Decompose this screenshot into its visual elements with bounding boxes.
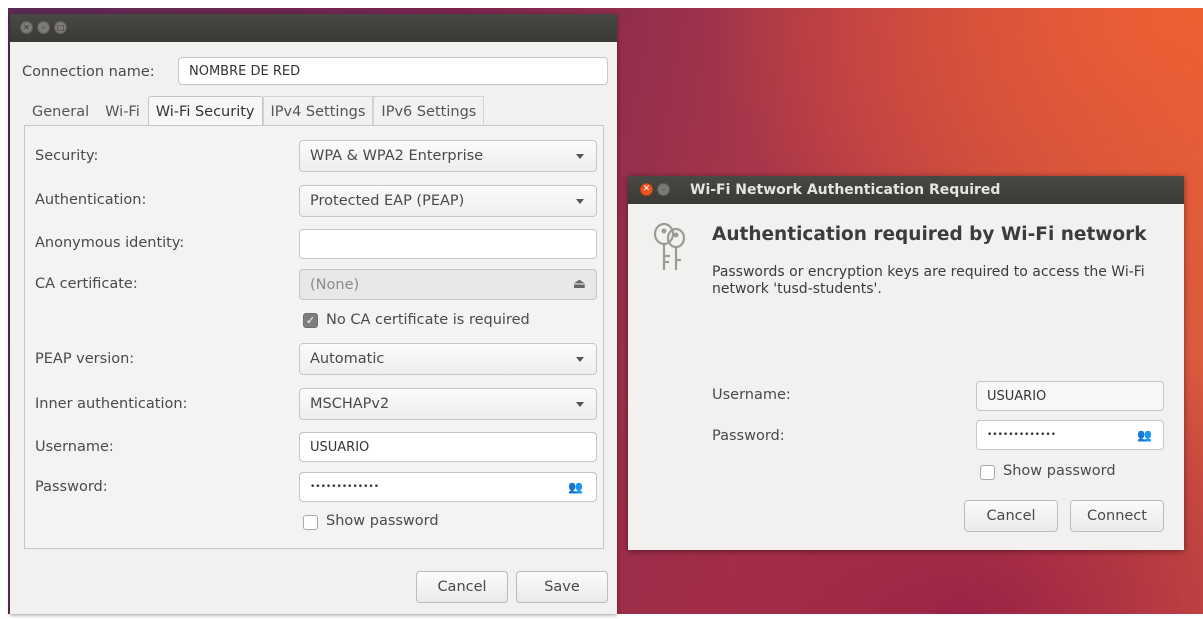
connection-name-label: Connection name:	[22, 64, 155, 80]
peap-version-label: PEAP version:	[35, 351, 135, 367]
wifi-auth-dialog: ✕ – Wi-Fi Network Authentication Require…	[628, 176, 1184, 550]
authentication-label: Authentication:	[35, 192, 147, 208]
cancel-button[interactable]: Cancel	[416, 571, 508, 603]
dialog-password-label: Password:	[712, 428, 785, 444]
authentication-value: Protected EAP (PEAP)	[310, 193, 465, 209]
window-maximize-button[interactable]: □	[54, 21, 67, 34]
chevron-down-icon	[576, 357, 584, 362]
tab-general[interactable]: General	[24, 96, 97, 127]
anonymous-identity-input[interactable]	[299, 229, 597, 259]
inner-authentication-label: Inner authentication:	[35, 396, 188, 412]
window-titlebar[interactable]: ✕ – □	[10, 14, 617, 42]
dialog-message: Passwords or encryption keys are require…	[712, 264, 1145, 297]
window-minimize-button[interactable]: –	[37, 21, 50, 34]
dialog-cancel-button[interactable]: Cancel	[964, 500, 1058, 532]
users-icon[interactable]: 👥	[1137, 428, 1152, 442]
dialog-minimize-button[interactable]: –	[657, 183, 670, 196]
dialog-close-button[interactable]: ✕	[640, 183, 653, 196]
dialog-show-password-label: Show password	[1003, 463, 1116, 479]
security-select[interactable]: WPA & WPA2 Enterprise	[299, 140, 597, 172]
connection-editor-window: ✕ – □ Connection name: NOMBRE DE RED Gen…	[10, 14, 617, 614]
tab-ipv6-settings[interactable]: IPv6 Settings	[373, 96, 485, 127]
connection-name-value: NOMBRE DE RED	[189, 63, 301, 79]
dialog-username-label: Username:	[712, 387, 791, 403]
save-button[interactable]: Save	[516, 571, 608, 603]
dialog-password-value: •••••••••••••	[987, 430, 1057, 440]
minimize-icon: –	[661, 185, 666, 194]
peap-version-value: Automatic	[310, 351, 385, 367]
dialog-username-value: USUARIO	[987, 388, 1047, 404]
dialog-titlebar[interactable]: ✕ – Wi-Fi Network Authentication Require…	[628, 176, 1184, 204]
dialog-show-password-checkbox[interactable]	[980, 465, 995, 480]
tab-ipv4-settings[interactable]: IPv4 Settings	[262, 96, 374, 127]
tab-wifi-security[interactable]: Wi-Fi Security	[147, 96, 263, 127]
inner-authentication-value: MSCHAPv2	[310, 396, 390, 412]
security-label: Security:	[35, 148, 99, 164]
dialog-username-input[interactable]: USUARIO	[976, 381, 1164, 411]
ca-certificate-value: (None)	[310, 276, 360, 293]
maximize-icon: □	[56, 23, 65, 32]
checkmark-icon: ✓	[305, 314, 316, 327]
window-close-button[interactable]: ✕	[20, 21, 33, 34]
keys-icon	[653, 222, 686, 270]
connection-name-input[interactable]: NOMBRE DE RED	[178, 57, 608, 85]
authentication-select[interactable]: Protected EAP (PEAP)	[299, 185, 597, 217]
chevron-down-icon	[576, 199, 584, 204]
peap-version-select[interactable]: Automatic	[299, 343, 597, 375]
chevron-down-icon	[576, 154, 584, 159]
close-icon: ✕	[642, 184, 651, 194]
username-value: USUARIO	[310, 439, 370, 455]
dialog-heading: Authentication required by Wi-Fi network	[712, 224, 1147, 245]
tab-wifi[interactable]: Wi-Fi	[97, 96, 148, 127]
dialog-title: Wi-Fi Network Authentication Required	[690, 182, 1001, 198]
anonymous-identity-label: Anonymous identity:	[35, 235, 185, 251]
username-input[interactable]: USUARIO	[299, 432, 597, 462]
file-icon: ⏏	[572, 276, 586, 292]
show-password-checkbox[interactable]	[303, 515, 318, 530]
no-ca-certificate-checkbox[interactable]: ✓	[303, 313, 318, 328]
dialog-password-input[interactable]: ••••••••••••• 👥	[976, 420, 1164, 450]
password-input[interactable]: ••••••••••••• 👥	[299, 472, 597, 502]
security-value: WPA & WPA2 Enterprise	[310, 148, 484, 164]
show-password-label: Show password	[326, 513, 439, 529]
settings-tabs: General Wi-Fi Wi-Fi Security IPv4 Settin…	[24, 96, 485, 127]
users-icon[interactable]: 👥	[568, 480, 583, 494]
password-label: Password:	[35, 479, 108, 495]
username-label: Username:	[35, 439, 114, 455]
inner-authentication-select[interactable]: MSCHAPv2	[299, 388, 597, 420]
minimize-icon: –	[41, 23, 46, 32]
ca-certificate-picker[interactable]: (None) ⏏	[299, 269, 597, 300]
ca-certificate-label: CA certificate:	[35, 276, 138, 292]
close-icon: ✕	[23, 23, 30, 32]
chevron-down-icon	[576, 402, 584, 407]
password-value: •••••••••••••	[310, 482, 380, 492]
no-ca-certificate-label: No CA certificate is required	[326, 312, 530, 328]
connect-button[interactable]: Connect	[1070, 500, 1164, 532]
